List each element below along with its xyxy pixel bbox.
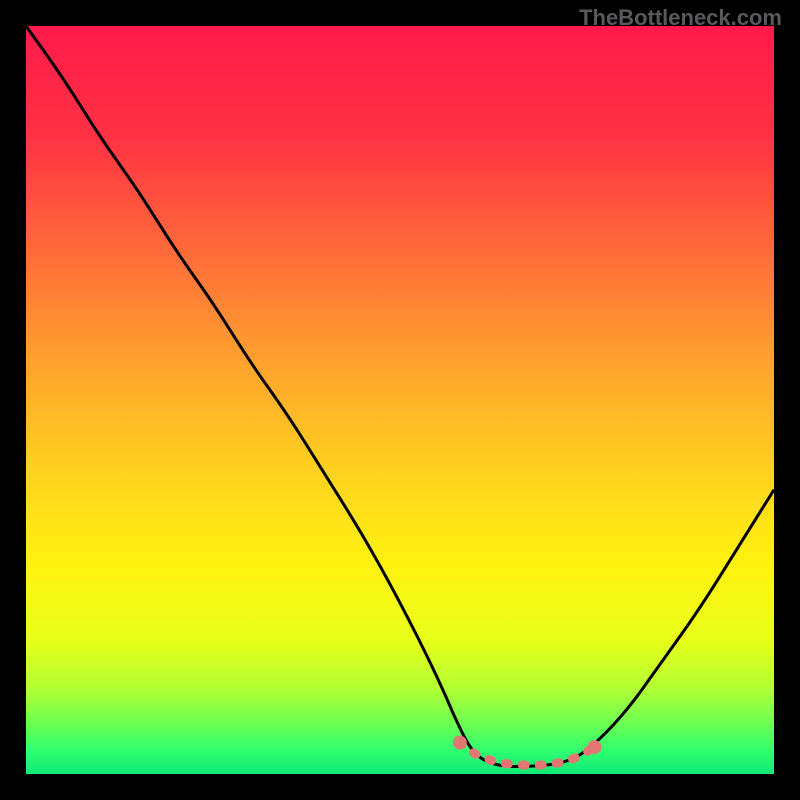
optimal-region-endpoint: [453, 736, 467, 750]
watermark-text: TheBottleneck.com: [579, 5, 782, 31]
optimal-region-endpoint: [587, 740, 601, 754]
chart-container: TheBottleneck.com: [0, 0, 800, 800]
plot-area: [26, 26, 774, 774]
chart-svg: [26, 26, 774, 774]
